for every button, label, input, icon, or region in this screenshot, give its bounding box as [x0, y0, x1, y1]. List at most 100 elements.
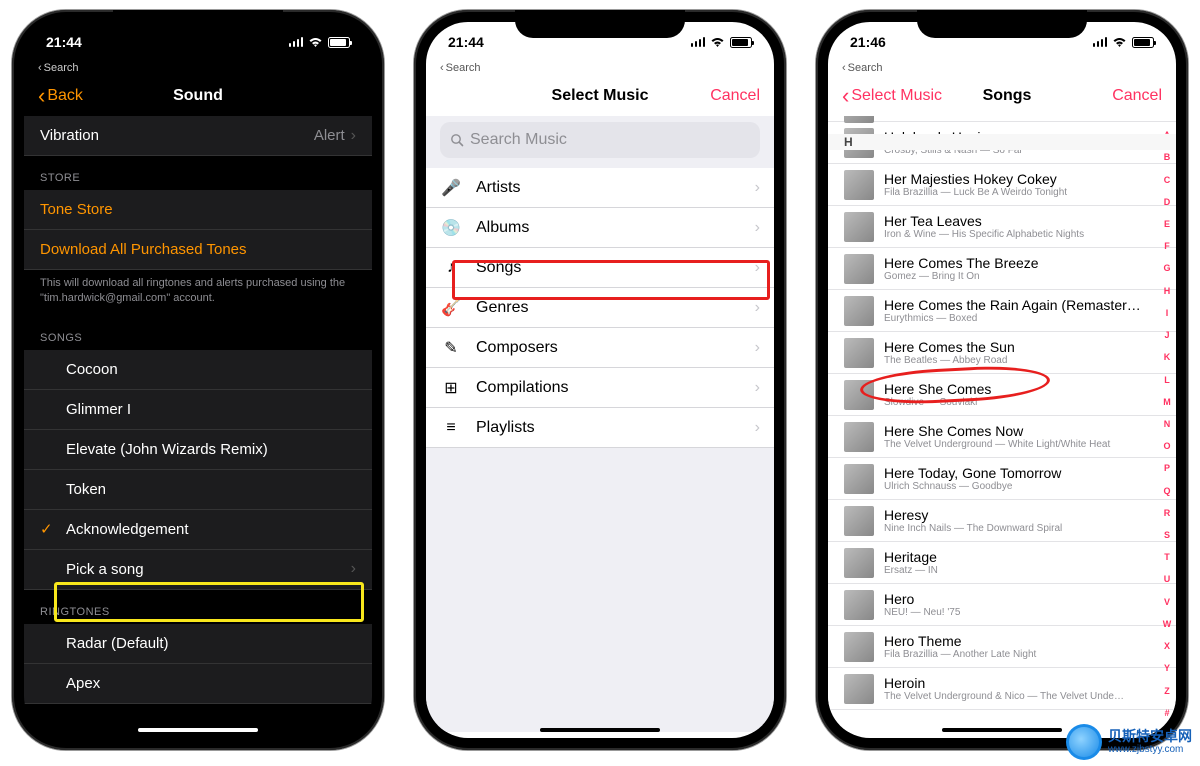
song-subtitle: Ersatz — IN	[884, 565, 1156, 576]
row-ringtone[interactable]: Apex	[24, 664, 372, 704]
chevron-right-icon: ›	[351, 127, 356, 145]
index-letter[interactable]: I	[1160, 308, 1174, 318]
album-art	[844, 170, 874, 200]
category-row-composers[interactable]: ✎Composers›	[426, 328, 774, 368]
song-label: Acknowledgement	[66, 521, 189, 538]
row-song[interactable]: Elevate (John Wizards Remix)	[24, 430, 372, 470]
page-title: Sound	[128, 87, 268, 105]
wifi-icon	[1112, 37, 1127, 48]
category-row-genres[interactable]: 🎸Genres›	[426, 288, 774, 328]
song-row[interactable]: Here She ComesSlowdive — Souvlaki	[828, 374, 1176, 416]
song-row[interactable]: Hero ThemeFila Brazillia — Another Late …	[828, 626, 1176, 668]
song-title: Heresy	[884, 507, 1156, 523]
index-letter[interactable]: V	[1160, 597, 1174, 607]
search-breadcrumb-label: Search	[848, 62, 883, 74]
cancel-button[interactable]: Cancel	[1072, 87, 1162, 105]
row-tone-store[interactable]: Tone Store	[24, 190, 372, 230]
wifi-icon	[308, 37, 323, 48]
album-art	[844, 254, 874, 284]
battery-icon	[328, 37, 350, 48]
watermark: 贝斯特安卓网 www.zjbstyy.com	[1066, 724, 1192, 760]
chevron-right-icon: ›	[755, 259, 760, 277]
index-letter[interactable]: M	[1160, 397, 1174, 407]
song-row[interactable]: HeroinThe Velvet Underground & Nico — Th…	[828, 668, 1176, 710]
index-letter[interactable]: E	[1160, 219, 1174, 229]
song-row[interactable]: HeroNEU! — Neu! '75	[828, 584, 1176, 626]
cellular-icon	[289, 37, 304, 47]
search-placeholder: Search Music	[470, 131, 567, 149]
song-row[interactable]: HeritageErsatz — IN	[828, 542, 1176, 584]
home-indicator[interactable]	[942, 728, 1062, 732]
index-letter[interactable]: F	[1160, 241, 1174, 251]
search-input[interactable]: Search Music	[440, 122, 760, 158]
index-letter[interactable]: L	[1160, 375, 1174, 385]
row-pick-a-song[interactable]: Pick a song ›	[24, 550, 372, 590]
song-subtitle: Fila Brazillia — Luck Be A Weirdo Tonigh…	[884, 187, 1156, 198]
chevron-right-icon: ›	[755, 219, 760, 237]
search-breadcrumb[interactable]: ‹ Search	[426, 62, 774, 76]
index-letter[interactable]: N	[1160, 419, 1174, 429]
song-row[interactable]: Her Majesties Hokey CokeyFila Brazillia …	[828, 164, 1176, 206]
album-art	[844, 296, 874, 326]
song-subtitle: Ulrich Schnauss — Goodbye	[884, 481, 1156, 492]
index-letter[interactable]: W	[1160, 619, 1174, 629]
index-letter[interactable]: O	[1160, 441, 1174, 451]
index-letter[interactable]: #	[1160, 708, 1174, 718]
index-letter[interactable]: Y	[1160, 663, 1174, 673]
search-breadcrumb[interactable]: ‹ Search	[828, 62, 1176, 76]
row-song[interactable]: Glimmer I	[24, 390, 372, 430]
song-row[interactable]: Here Comes the Rain Again (Remaster…Eury…	[828, 290, 1176, 332]
home-indicator[interactable]	[138, 728, 258, 732]
index-letter[interactable]: S	[1160, 530, 1174, 540]
battery-icon	[1132, 37, 1154, 48]
index-letter[interactable]: B	[1160, 152, 1174, 162]
song-label: Elevate (John Wizards Remix)	[66, 441, 268, 458]
alphabet-index[interactable]: ABCDEFGHIJKLMNOPQRSTUVWXYZ#	[1160, 124, 1174, 724]
song-row[interactable]: HeresyNine Inch Nails — The Downward Spi…	[828, 500, 1176, 542]
search-breadcrumb-label: Search	[44, 62, 79, 74]
row-ringtone[interactable]: Radar (Default)	[24, 624, 372, 664]
row-song[interactable]: ✓ Acknowledgement	[24, 510, 372, 550]
category-row-compilations[interactable]: ⊞Compilations›	[426, 368, 774, 408]
back-button[interactable]: ‹ Select Music	[842, 83, 942, 109]
index-letter[interactable]: J	[1160, 330, 1174, 340]
index-letter[interactable]: C	[1160, 175, 1174, 185]
index-letter[interactable]: G	[1160, 263, 1174, 273]
cancel-button[interactable]: Cancel	[670, 87, 760, 105]
index-letter[interactable]: R	[1160, 508, 1174, 518]
index-letter[interactable]: Q	[1160, 486, 1174, 496]
cellular-icon	[691, 37, 706, 47]
index-letter[interactable]: P	[1160, 463, 1174, 473]
index-letter[interactable]: D	[1160, 197, 1174, 207]
index-letter[interactable]: H	[1160, 286, 1174, 296]
row-vibration[interactable]: Vibration Alert ›	[24, 116, 372, 156]
category-row-songs[interactable]: ♪Songs›	[426, 248, 774, 288]
row-song[interactable]: Cocoon	[24, 350, 372, 390]
search-breadcrumb[interactable]: ‹ Search	[24, 62, 372, 76]
index-letter[interactable]: K	[1160, 352, 1174, 362]
song-row[interactable]: Here Comes The BreezeGomez — Bring It On	[828, 248, 1176, 290]
category-row-playlists[interactable]: ≡Playlists›	[426, 408, 774, 448]
chevron-right-icon: ›	[755, 419, 760, 437]
index-letter[interactable]: Z	[1160, 686, 1174, 696]
category-row-artists[interactable]: 🎤Artists›	[426, 168, 774, 208]
index-letter[interactable]: U	[1160, 574, 1174, 584]
index-letter[interactable]: X	[1160, 641, 1174, 651]
checkmark-icon: ✓	[40, 520, 53, 538]
song-row[interactable]: Here Comes the SunThe Beatles — Abbey Ro…	[828, 332, 1176, 374]
back-button[interactable]: ‹ Back	[38, 83, 128, 109]
row-song[interactable]: Token	[24, 470, 372, 510]
row-download-all[interactable]: Download All Purchased Tones	[24, 230, 372, 270]
screen-sound-settings: 21:44 ‹ Search ‹ Back Sound Vibration Al…	[24, 22, 372, 738]
index-letter[interactable]: T	[1160, 552, 1174, 562]
song-row[interactable]: Here Today, Gone TomorrowUlrich Schnauss…	[828, 458, 1176, 500]
song-title: Here She Comes	[884, 381, 1156, 397]
page-title: Select Music	[530, 87, 670, 105]
song-title: Here Comes The Breeze	[884, 255, 1156, 271]
song-title: Here Comes the Sun	[884, 339, 1156, 355]
song-row[interactable]: Her Tea LeavesIron & Wine — His Specific…	[828, 206, 1176, 248]
album-art	[844, 590, 874, 620]
category-row-albums[interactable]: 💿Albums›	[426, 208, 774, 248]
song-row[interactable]: Here She Comes NowThe Velvet Underground…	[828, 416, 1176, 458]
home-indicator[interactable]	[540, 728, 660, 732]
